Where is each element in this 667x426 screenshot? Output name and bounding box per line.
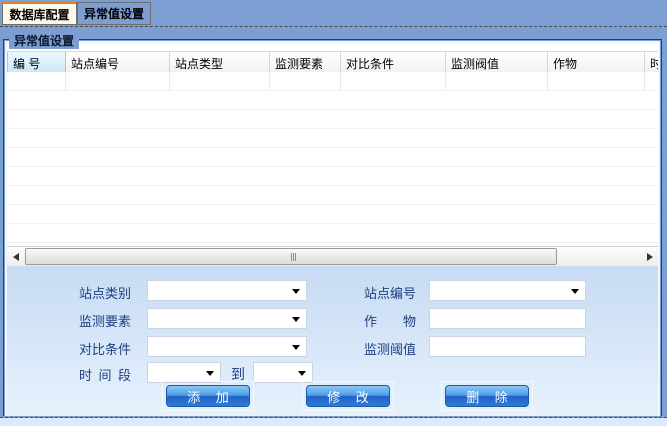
scroll-left-button[interactable] <box>7 248 24 266</box>
station-category-combobox[interactable] <box>147 280 307 301</box>
chevron-down-icon <box>298 371 306 376</box>
tab-abnormal-settings[interactable]: 异常值设置 <box>77 2 151 25</box>
table-cell <box>645 72 658 91</box>
column-header[interactable]: 编 号 <box>7 52 66 73</box>
monitor-element-label: 监测要素 <box>79 311 131 330</box>
time-end-combobox[interactable] <box>253 362 313 383</box>
table-cell <box>341 72 446 91</box>
tab-database-config[interactable]: 数据库配置 <box>2 2 77 25</box>
scroll-right-arrow-icon <box>647 253 653 261</box>
delete-button-frame: 删 除 <box>441 381 533 411</box>
abnormal-values-groupbox: 编 号站点编号站点类型监测要素对比条件监测阀值作物时间段 站点类别 <box>3 39 662 416</box>
station-category-label: 站点类别 <box>79 283 131 302</box>
column-header[interactable]: 站点编号 <box>66 52 170 73</box>
station-id-label: 站点编号 <box>364 283 416 302</box>
tab-strip-separator <box>0 26 667 27</box>
scrollbar-thumb[interactable] <box>25 248 557 265</box>
app-window: 数据库配置 异常值设置 异常值设置 编 号站点编号站点类型监测要素对比条件监测阀… <box>0 0 667 426</box>
table-row[interactable] <box>7 72 658 91</box>
compare-condition-label: 对比条件 <box>79 339 131 358</box>
threshold-input[interactable] <box>429 336 586 357</box>
form-area: 站点类别 站点编号 监测要素 作物 对比条件 <box>7 266 658 416</box>
column-header[interactable]: 作物 <box>548 52 645 73</box>
chevron-down-icon <box>206 371 214 376</box>
scroll-right-button[interactable] <box>641 248 658 266</box>
column-header[interactable]: 监测阀值 <box>446 52 548 73</box>
table-cell <box>270 72 341 91</box>
grid-body[interactable] <box>7 72 658 246</box>
compare-condition-combobox[interactable] <box>147 336 307 357</box>
groupbox-title: 异常值设置 <box>9 32 79 49</box>
column-header[interactable]: 时间段 <box>645 52 658 73</box>
table-cell <box>548 72 645 91</box>
crop-label: 作物 <box>364 311 416 330</box>
monitor-element-combobox[interactable] <box>147 308 307 329</box>
table-cell <box>446 72 548 91</box>
bottom-panel <box>0 418 667 426</box>
crop-input[interactable] <box>429 308 586 329</box>
add-button-frame: 添 加 <box>162 381 254 411</box>
chevron-down-icon <box>292 345 300 350</box>
delete-button[interactable]: 删 除 <box>445 385 529 407</box>
scrollbar-grip-icon <box>291 253 292 261</box>
scroll-left-arrow-icon <box>13 253 19 261</box>
column-header[interactable]: 站点类型 <box>170 52 270 73</box>
column-header[interactable]: 对比条件 <box>341 52 446 73</box>
table-cell <box>7 72 66 91</box>
modify-button[interactable]: 修 改 <box>306 385 390 407</box>
modify-button-frame: 修 改 <box>302 381 394 411</box>
table-cell <box>170 72 270 91</box>
grid-header: 编 号站点编号站点类型监测要素对比条件监测阀值作物时间段 <box>7 51 658 74</box>
threshold-label: 监测阈值 <box>364 339 416 358</box>
time-start-combobox[interactable] <box>147 362 221 383</box>
horizontal-scrollbar[interactable] <box>7 246 658 267</box>
time-range-label: 时间段 <box>79 365 131 384</box>
table-cell <box>66 72 170 91</box>
add-button[interactable]: 添 加 <box>166 385 250 407</box>
column-header[interactable]: 监测要素 <box>270 52 341 73</box>
groupbox-content: 编 号站点编号站点类型监测要素对比条件监测阀值作物时间段 站点类别 <box>5 41 660 416</box>
chevron-down-icon <box>292 289 300 294</box>
chevron-down-icon <box>571 289 579 294</box>
station-id-combobox[interactable] <box>429 280 586 301</box>
chevron-down-icon <box>292 317 300 322</box>
